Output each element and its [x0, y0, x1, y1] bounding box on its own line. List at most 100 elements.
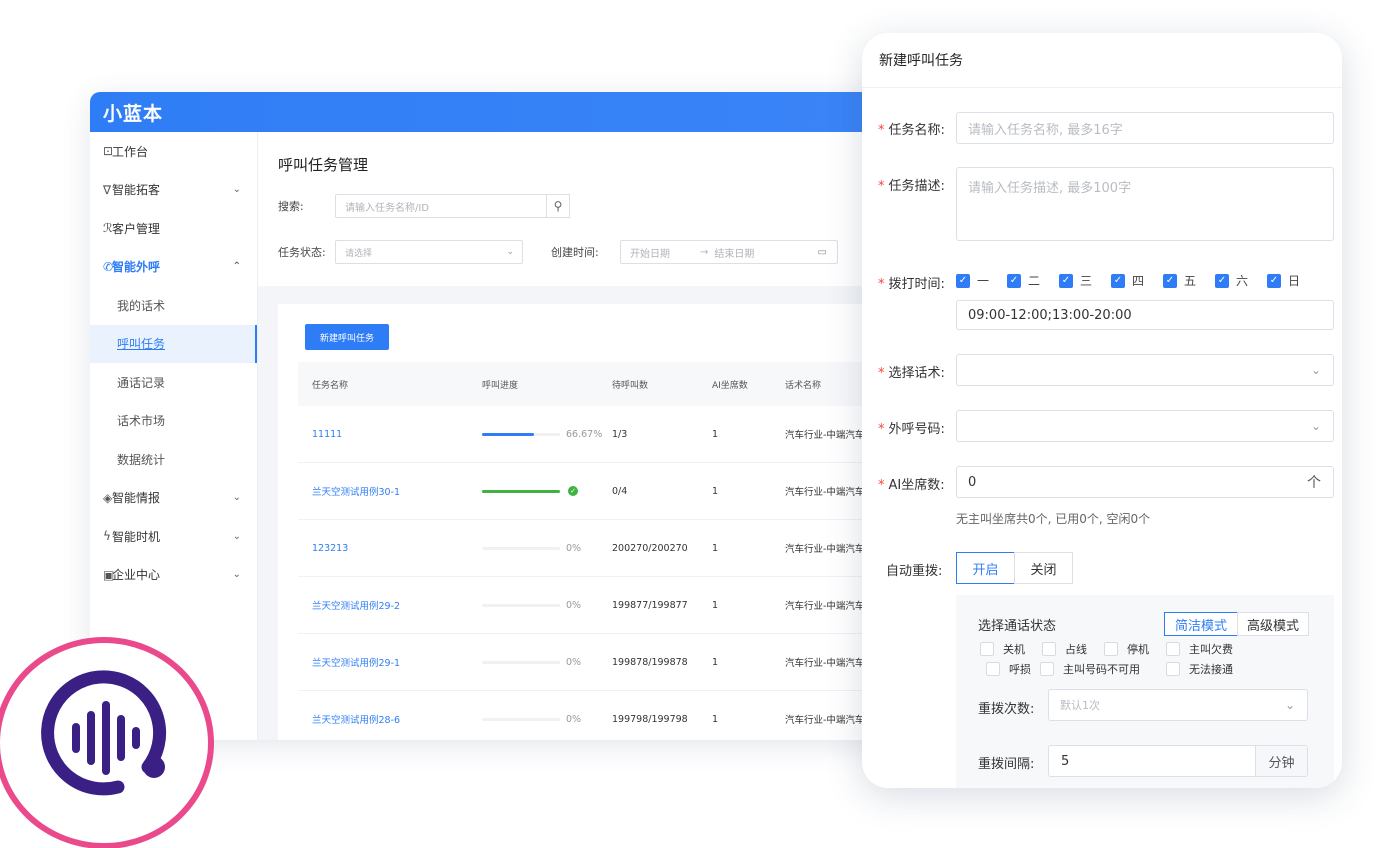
- checkbox-checked-icon: ✓: [1059, 273, 1073, 288]
- task-name-link[interactable]: 兰天空测试用例29-2: [312, 577, 400, 633]
- redial-interval-input[interactable]: 5 分钟: [1048, 745, 1308, 777]
- sidebar-group[interactable]: ϟ 智能时机 ⌄: [90, 517, 257, 556]
- checkbox-icon: [980, 642, 994, 656]
- call-status-checkbox[interactable]: 关机: [980, 641, 1025, 657]
- redial-off-button[interactable]: 关闭: [1014, 552, 1073, 584]
- status-select[interactable]: 请选择 ⌄: [335, 240, 523, 264]
- checkbox-checked-icon: ✓: [1267, 273, 1281, 288]
- sidebar-item-label: 智能拓客: [112, 183, 161, 198]
- sidebar-subitem[interactable]: 数据统计: [90, 440, 257, 479]
- dialog-divider: [862, 87, 1342, 88]
- task-name-link[interactable]: 123213: [312, 520, 348, 576]
- table-row: 123213 0% 200270/200270 1 汽车行业-中端汽车: [298, 520, 890, 577]
- sidebar-group[interactable]: ∇ 智能拓客 ⌄: [90, 171, 257, 210]
- chart-icon: ⊡: [103, 144, 114, 159]
- task-name-input[interactable]: 请输入任务名称, 最多16字: [956, 112, 1334, 144]
- progress-bar: [482, 604, 560, 607]
- task-name-link[interactable]: 兰天空测试用例28-6: [312, 691, 400, 740]
- call-status-checkbox[interactable]: 占线: [1042, 641, 1087, 657]
- call-status-label: 呼损: [1009, 663, 1031, 676]
- users-icon: ℛ: [103, 221, 113, 236]
- task-name-link[interactable]: 兰天空测试用例29-1: [312, 634, 400, 690]
- call-status-label: 占线: [1065, 643, 1087, 656]
- script-name: 汽车行业-中端汽车: [785, 658, 865, 669]
- task-name-link[interactable]: 兰天空测试用例30-1: [312, 463, 400, 519]
- sidebar-group[interactable]: ▣ 企业中心 ⌄: [90, 556, 257, 595]
- app-header: 小蓝本: [90, 92, 890, 132]
- call-status-checkbox[interactable]: 主叫号码不可用: [1040, 661, 1140, 677]
- checkbox-icon: [986, 662, 1000, 676]
- sidebar-group[interactable]: ◈ 智能情报 ⌄: [90, 479, 257, 518]
- sidebar-subitem[interactable]: 话术市场: [90, 402, 257, 441]
- weekday-checkbox[interactable]: ✓ 一: [956, 272, 989, 289]
- call-status-checkbox[interactable]: 呼损: [986, 661, 1031, 677]
- search-input[interactable]: 请输入任务名称/ID: [335, 194, 547, 218]
- column-header: AI坐席数: [712, 380, 748, 391]
- progress-bar: [482, 547, 560, 550]
- table-row: 11111 66.67% 1/3 1 汽车行业-中端汽车: [298, 406, 890, 463]
- outbound-number-select[interactable]: ⌄: [956, 410, 1334, 442]
- sidebar-subitem[interactable]: 通话记录: [90, 363, 257, 402]
- ai-seat-count: 1: [712, 485, 719, 497]
- weekday-checkbox[interactable]: ✓ 四: [1111, 272, 1144, 289]
- sidebar-group[interactable]: ⊡ 工作台: [90, 132, 257, 171]
- sidebar-item-label: 通话记录: [117, 375, 166, 390]
- weekday-checkbox[interactable]: ✓ 五: [1163, 272, 1196, 289]
- redial-count-label: 重拨次数:: [978, 702, 1035, 717]
- date-range-picker[interactable]: 开始日期 → 结束日期 ▭: [620, 240, 838, 264]
- brand-logo: 小蓝本: [103, 102, 164, 125]
- simple-mode-button[interactable]: 简洁模式: [1164, 612, 1238, 636]
- weekday-checkbox[interactable]: ✓ 日: [1267, 272, 1300, 289]
- progress-percent: 0%: [566, 599, 582, 611]
- table-header: 任务名称 呼叫进度 待呼叫数 AI坐席数 话术名称: [298, 362, 890, 406]
- sidebar-group[interactable]: ✆ 智能外呼 ⌃: [90, 248, 257, 287]
- chevron-icon: ⌄: [232, 184, 241, 196]
- time-range-input[interactable]: 09:00-12:00;13:00-20:00: [956, 300, 1334, 330]
- sidebar-group[interactable]: ℛ 客户管理: [90, 209, 257, 248]
- call-status-checkbox[interactable]: 停机: [1104, 641, 1149, 657]
- sidebar-item-label: 智能情报: [112, 491, 161, 506]
- pending-count: 199798/199798: [612, 713, 688, 725]
- search-icon[interactable]: ⚲: [546, 194, 570, 218]
- sidebar-item-label: 智能时机: [112, 529, 161, 544]
- progress-percent: 0%: [566, 656, 582, 668]
- filter-panel: 呼叫任务管理 搜索: 请输入任务名称/ID ⚲ 任务状态: 请选择 ⌄ 创建时间…: [258, 132, 890, 286]
- redial-on-button[interactable]: 开启: [956, 552, 1015, 584]
- sidebar-item-label: 呼叫任务: [117, 337, 166, 352]
- task-name-link[interactable]: 11111: [312, 406, 342, 462]
- bolt-icon: ϟ: [103, 529, 111, 544]
- sidebar-item-label: 智能外呼: [112, 260, 161, 275]
- checkbox-checked-icon: ✓: [1007, 273, 1021, 288]
- filter-icon: ∇: [103, 182, 112, 197]
- status-placeholder: 请选择: [345, 248, 373, 259]
- ai-seats-input[interactable]: 0 个: [956, 466, 1334, 498]
- weekday-checkbox[interactable]: ✓ 二: [1007, 272, 1040, 289]
- table-row: 兰天空测试用例30-1 ✓ 0/4 1 汽车行业-中端汽车: [298, 463, 890, 520]
- ai-seat-count: 1: [712, 542, 719, 554]
- weekday-checkbox[interactable]: ✓ 三: [1059, 272, 1092, 289]
- call-status-label: 主叫号码不可用: [1063, 663, 1140, 676]
- advanced-mode-button[interactable]: 高级模式: [1237, 612, 1309, 636]
- call-status-label: 无法接通: [1189, 663, 1233, 676]
- script-select[interactable]: ⌄: [956, 354, 1334, 386]
- sidebar-subitem[interactable]: 我的话术: [90, 286, 257, 325]
- chevron-down-icon: ⌄: [1284, 698, 1295, 712]
- task-desc-label: * 任务描述:: [878, 179, 945, 194]
- weekday-checkbox[interactable]: ✓ 六: [1215, 272, 1248, 289]
- ai-seats-unit: 个: [1307, 475, 1321, 491]
- table-row: 兰天空测试用例29-2 0% 199877/199877 1 汽车行业-中端汽车: [298, 577, 890, 634]
- redial-count-select[interactable]: 默认1次 ⌄: [1048, 689, 1308, 721]
- column-header: 待呼叫数: [612, 380, 649, 391]
- call-status-label: 停机: [1127, 643, 1149, 656]
- table-row: 兰天空测试用例29-1 0% 199878/199878 1 汽车行业-中端汽车: [298, 634, 890, 691]
- sidebar-item-label: 工作台: [112, 144, 149, 159]
- call-status-checkbox[interactable]: 无法接通: [1166, 661, 1233, 677]
- sidebar-subitem[interactable]: 呼叫任务: [90, 324, 257, 363]
- sidebar-item-label: 数据统计: [117, 452, 166, 467]
- redial-interval-value: 5: [1061, 753, 1070, 769]
- start-date: 开始日期: [630, 248, 670, 260]
- new-task-button[interactable]: 新建呼叫任务: [305, 324, 389, 350]
- task-desc-textarea[interactable]: 请输入任务描述, 最多100字: [956, 167, 1334, 241]
- call-status-checkbox[interactable]: 主叫欠费: [1166, 641, 1233, 657]
- progress-bar: [482, 661, 560, 664]
